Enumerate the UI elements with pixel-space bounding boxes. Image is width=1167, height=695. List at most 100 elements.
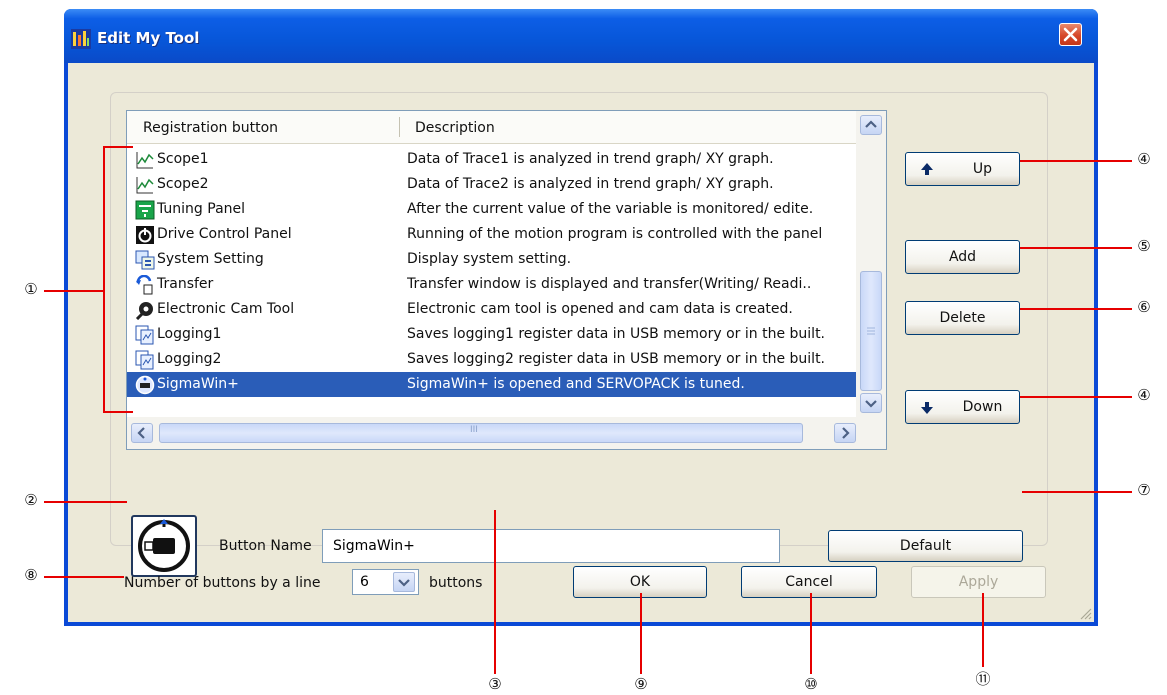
chevron-down-icon xyxy=(398,579,410,587)
cancel-button-label: Cancel xyxy=(785,574,833,590)
ok-button-label: OK xyxy=(629,574,651,590)
list-item[interactable]: Electronic Cam Tool Electronic cam tool … xyxy=(127,297,856,322)
buttons-per-line-select[interactable]: 6 xyxy=(352,569,419,595)
dropdown-button[interactable] xyxy=(393,572,415,592)
list-item[interactable]: Logging2 Saves logging2 register data in… xyxy=(127,347,856,372)
delete-button-label: Delete xyxy=(939,310,986,326)
chevron-up-icon xyxy=(865,120,877,128)
vertical-scroll-thumb[interactable] xyxy=(860,271,882,391)
column-divider[interactable] xyxy=(399,117,400,137)
vertical-scrollbar[interactable] xyxy=(856,111,886,417)
cancel-button[interactable]: Cancel xyxy=(741,566,877,598)
dialog-window: Edit My Tool Registration button Descrip… xyxy=(64,9,1098,626)
my-tool-icon xyxy=(71,29,91,49)
callout-line xyxy=(1020,308,1132,310)
delete-button[interactable]: Delete xyxy=(905,301,1020,335)
apply-button[interactable]: Apply xyxy=(911,566,1046,598)
list-item-selected[interactable]: SigmaWin+ SigmaWin+ is opened and SERVOP… xyxy=(127,372,856,397)
list-header: Registration button Description xyxy=(127,111,856,144)
callout-line xyxy=(44,576,124,578)
sigmawin-icon xyxy=(135,375,155,395)
callout-11: ⑪ xyxy=(975,670,991,688)
window-title: Edit My Tool xyxy=(97,29,200,47)
button-icon-preview[interactable] xyxy=(131,515,197,577)
row-description: Transfer window is displayed and transfe… xyxy=(407,276,812,292)
buttons-per-line-value: 6 xyxy=(360,574,369,590)
close-icon xyxy=(1063,27,1078,42)
down-button-label: Down xyxy=(962,399,1003,415)
column-header-registration[interactable]: Registration button xyxy=(143,120,278,136)
callout-line xyxy=(1022,491,1132,493)
arrow-down-icon xyxy=(921,402,933,414)
chevron-left-icon xyxy=(137,427,145,439)
row-description: Data of Trace2 is analyzed in trend grap… xyxy=(407,176,774,192)
row-name: Transfer xyxy=(157,276,214,292)
up-button[interactable]: Up xyxy=(905,152,1020,186)
callout-9: ⑨ xyxy=(634,675,648,693)
registration-list[interactable]: Registration button Description Scope1 D… xyxy=(126,110,887,450)
tuning-panel-icon xyxy=(135,200,155,220)
arrow-up-icon xyxy=(921,163,933,175)
resize-grip-icon[interactable] xyxy=(1078,606,1092,620)
callout-line xyxy=(1020,160,1132,162)
down-button[interactable]: Down xyxy=(905,390,1020,424)
callout-bracket-bottom xyxy=(103,411,133,413)
add-button[interactable]: Add xyxy=(905,240,1020,274)
button-name-input[interactable]: SigmaWin+ xyxy=(322,529,780,563)
list-item[interactable]: Logging1 Saves logging1 register data in… xyxy=(127,322,856,347)
callout-line xyxy=(982,593,984,667)
callout-line xyxy=(1020,396,1132,398)
list-item[interactable]: Tuning Panel After the current value of … xyxy=(127,197,856,222)
sigmawin-icon xyxy=(138,519,190,572)
callout-line xyxy=(44,501,127,503)
title-bar[interactable]: Edit My Tool xyxy=(64,9,1098,63)
callout-bracket-top xyxy=(103,146,133,148)
scroll-right-button[interactable] xyxy=(834,423,856,443)
dialog-body: Registration button Description Scope1 D… xyxy=(68,63,1094,622)
system-setting-icon xyxy=(135,250,155,270)
callout-7: ⑦ xyxy=(1137,481,1151,499)
grip-icon xyxy=(867,327,875,335)
horizontal-scrollbar[interactable]: III xyxy=(127,417,886,449)
scroll-up-button[interactable] xyxy=(860,115,882,135)
callout-bracket xyxy=(103,146,105,412)
scroll-down-button[interactable] xyxy=(860,393,882,413)
row-name: SigmaWin+ xyxy=(157,376,239,392)
row-name: Tuning Panel xyxy=(157,201,246,217)
list-item[interactable]: Scope2 Data of Trace2 is analyzed in tre… xyxy=(127,172,856,197)
callout-3: ③ xyxy=(488,675,502,693)
column-header-description[interactable]: Description xyxy=(415,120,495,136)
list-item[interactable]: Scope1 Data of Trace1 is analyzed in tre… xyxy=(127,147,856,172)
scope-icon xyxy=(136,177,154,194)
add-button-label: Add xyxy=(948,249,977,265)
scroll-left-button[interactable] xyxy=(131,423,153,443)
default-button[interactable]: Default xyxy=(828,530,1023,562)
row-description: Data of Trace1 is analyzed in trend grap… xyxy=(407,151,774,167)
buttons-per-line-label: Number of buttons by a line xyxy=(124,575,321,591)
callout-8: ⑧ xyxy=(24,566,38,584)
callout-4: ④ xyxy=(1137,150,1151,168)
drive-control-icon xyxy=(136,226,154,244)
chevron-right-icon xyxy=(842,427,850,439)
row-description: SigmaWin+ is opened and SERVOPACK is tun… xyxy=(407,376,745,392)
logging-icon xyxy=(135,325,154,345)
row-name: Drive Control Panel xyxy=(157,226,292,242)
buttons-suffix-label: buttons xyxy=(429,575,483,591)
callout-2: ② xyxy=(24,491,38,509)
callout-4b: ④ xyxy=(1137,386,1151,404)
apply-button-label: Apply xyxy=(958,574,999,590)
list-item[interactable]: System Setting Display system setting. xyxy=(127,247,856,272)
row-name: Scope2 xyxy=(157,176,209,192)
callout-10: ⑩ xyxy=(804,675,818,693)
list-item[interactable]: Drive Control Panel Running of the motio… xyxy=(127,222,856,247)
list-item[interactable]: Transfer Transfer window is displayed an… xyxy=(127,272,856,297)
callout-1: ① xyxy=(24,280,38,298)
close-button[interactable] xyxy=(1059,23,1082,46)
callout-line xyxy=(494,510,496,674)
transfer-icon xyxy=(136,275,153,295)
row-description: Saves logging1 register data in USB memo… xyxy=(407,326,826,342)
horizontal-scroll-thumb[interactable]: III xyxy=(159,423,803,443)
scope-icon xyxy=(136,152,154,169)
chevron-down-icon xyxy=(865,400,877,408)
row-description: Display system setting. xyxy=(407,251,572,267)
